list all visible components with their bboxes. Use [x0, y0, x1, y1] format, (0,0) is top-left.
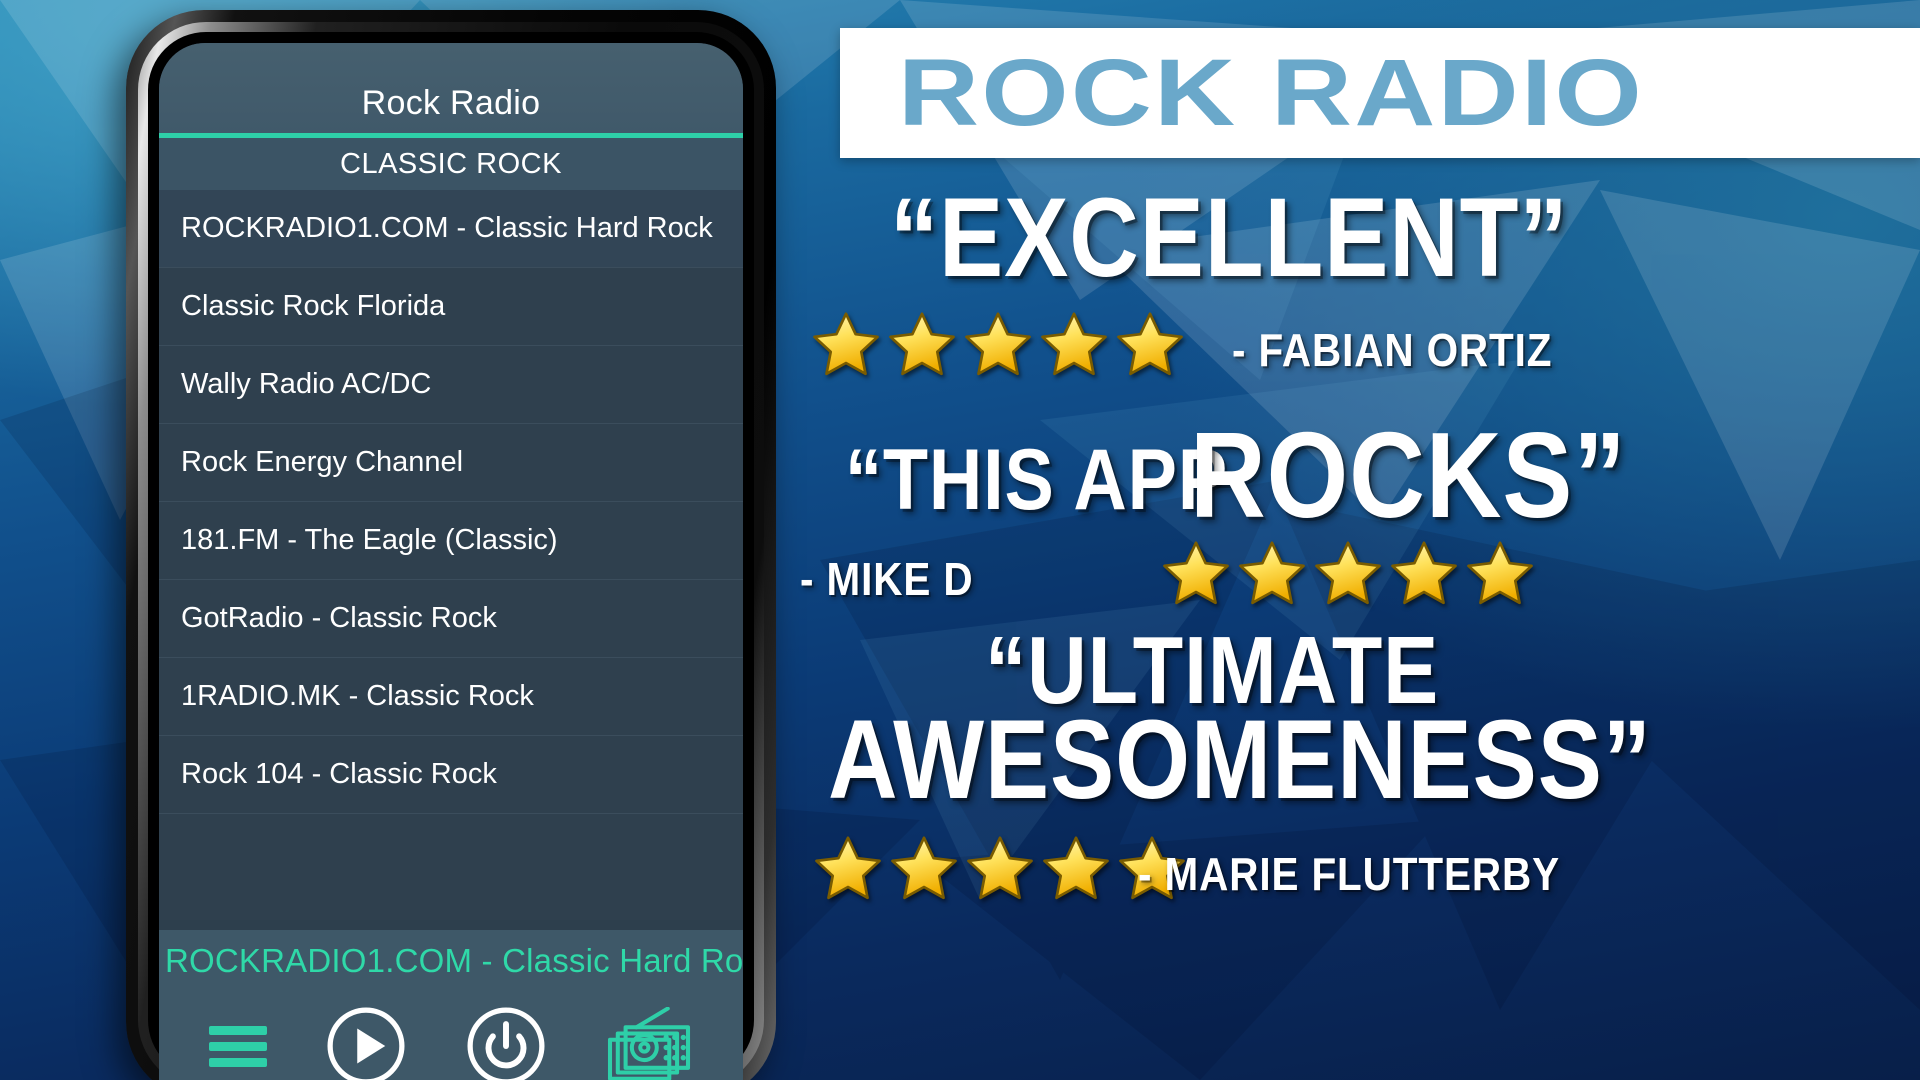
station-list-item[interactable]: 1RADIO.MK - Classic Rock: [159, 658, 743, 736]
category-header: CLASSIC ROCK: [159, 138, 743, 190]
star-icon: [815, 836, 881, 900]
app-titlebar: Rock Radio: [159, 43, 743, 133]
testimonial-3-stars: [812, 833, 1188, 905]
marketing-panel: ROCK RADIO “EXCELLENT” - FABIAN ORTIZ “T…: [790, 0, 1920, 1080]
station-name: ROCKRADIO1.COM - Classic Hard Rock: [181, 212, 713, 244]
station-list-item[interactable]: 181.FM - The Eagle (Classic): [159, 502, 743, 580]
brand-title: ROCK RADIO: [898, 39, 1645, 146]
star-icon: [967, 836, 1033, 900]
testimonial-2-quote-small: “THIS APP: [845, 432, 1229, 528]
category-label: CLASSIC ROCK: [340, 147, 562, 180]
station-list-item[interactable]: Rock 104 - Classic Rock: [159, 736, 743, 814]
brand-banner: ROCK RADIO: [840, 28, 1920, 158]
testimonial-2-stars: [1160, 538, 1536, 610]
phone-screen: Rock Radio CLASSIC ROCK ROCKRADIO1.COM -…: [159, 43, 743, 1080]
station-name: Rock 104 - Classic Rock: [181, 758, 497, 790]
play-circle-icon[interactable]: [324, 1004, 408, 1080]
station-name: 181.FM - The Eagle (Classic): [181, 524, 558, 556]
app-title: Rock Radio: [361, 84, 541, 122]
star-icon: [1041, 312, 1107, 376]
station-name: GotRadio - Classic Rock: [181, 602, 497, 634]
station-name: Wally Radio AC/DC: [181, 368, 432, 400]
testimonial-1-stars: [810, 309, 1186, 381]
testimonial-3-author: - MARIE FLUTTERBY: [1138, 848, 1560, 900]
star-icon: [1043, 836, 1109, 900]
testimonial-1-quote: “EXCELLENT”: [890, 175, 1569, 300]
testimonial-1-author: - FABIAN ORTIZ: [1232, 324, 1553, 376]
station-list-item[interactable]: Rock Energy Channel: [159, 424, 743, 502]
star-icon: [891, 836, 957, 900]
station-list-item[interactable]: GotRadio - Classic Rock: [159, 580, 743, 658]
hamburger-menu-icon[interactable]: [209, 1019, 268, 1074]
radio-stack-icon[interactable]: [605, 1007, 693, 1080]
now-playing-station: ROCKRADIO1.COM - Classic Hard Rock: [165, 942, 743, 979]
app-bottom-toolbar: [159, 992, 743, 1080]
star-icon: [1315, 541, 1381, 605]
star-icon: [1239, 541, 1305, 605]
star-icon: [813, 312, 879, 376]
power-circle-icon[interactable]: [464, 1004, 548, 1080]
testimonial-2-quote-big: ROCKS”: [1190, 407, 1627, 543]
station-list-item[interactable]: Wally Radio AC/DC: [159, 346, 743, 424]
star-icon: [1163, 541, 1229, 605]
testimonial-2-author: - MIKE D: [800, 553, 974, 605]
star-icon: [1391, 541, 1457, 605]
station-list[interactable]: ROCKRADIO1.COM - Classic Hard Rock Class…: [159, 190, 743, 920]
testimonial-3-quote-line2: AWESOMENESS”: [828, 697, 1652, 822]
star-icon: [889, 312, 955, 376]
station-list-item[interactable]: Classic Rock Florida: [159, 268, 743, 346]
phone-mockup: Rock Radio CLASSIC ROCK ROCKRADIO1.COM -…: [126, 10, 776, 1080]
star-icon: [1117, 312, 1183, 376]
station-name: Rock Energy Channel: [181, 446, 464, 478]
station-list-item[interactable]: ROCKRADIO1.COM - Classic Hard Rock: [159, 190, 743, 268]
station-name: Classic Rock Florida: [181, 290, 446, 322]
station-name: 1RADIO.MK - Classic Rock: [181, 680, 534, 712]
now-playing-bar[interactable]: ROCKRADIO1.COM - Classic Hard Rock: [159, 930, 743, 992]
star-icon: [1467, 541, 1533, 605]
star-icon: [965, 312, 1031, 376]
